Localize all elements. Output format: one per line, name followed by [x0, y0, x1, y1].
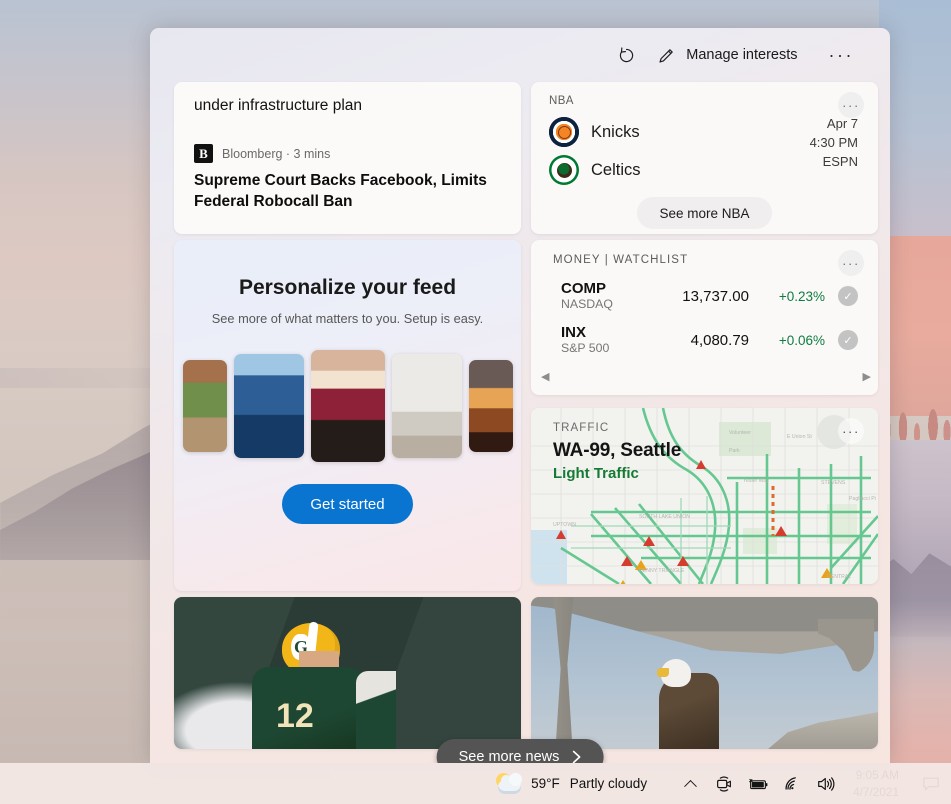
news-and-interests-panel: Manage interests ··· under infrastructur… — [150, 28, 890, 763]
traffic-info: TRAFFIC WA-99, Seattle Light Traffic — [531, 408, 878, 482]
price-value: 13,737.00 — [682, 287, 749, 305]
team-name: Knicks — [591, 122, 640, 141]
svg-text:Pagliacci Pi: Pagliacci Pi — [849, 496, 876, 502]
news-article-card[interactable]: under infrastructure plan B Bloomberg · … — [174, 82, 521, 234]
refresh-button[interactable] — [605, 37, 648, 73]
chevron-up-icon[interactable] — [673, 763, 707, 804]
panel-more-options-button[interactable]: ··· — [817, 37, 866, 73]
svg-text:SOUTH LAKE UNION: SOUTH LAKE UNION — [639, 514, 690, 520]
game-channel: ESPN — [822, 153, 858, 169]
svg-text:CENTRAL: CENTRAL — [827, 574, 851, 580]
change-percent: +0.06% — [778, 332, 825, 348]
watchlist-rows: ◀ ▶ COMP NASDAQ 13,737.00 +0.23% ✓ INX S… — [531, 274, 878, 383]
packers-quarterback-photo[interactable] — [174, 597, 521, 749]
check-circle-icon[interactable]: ✓ — [838, 286, 858, 306]
exchange-name: S&P 500 — [561, 340, 610, 355]
ellipsis-icon: ··· — [828, 45, 854, 65]
watchlist-prev-arrow[interactable]: ◀ — [541, 370, 549, 383]
money-watchlist-card: MONEY | WATCHLIST ··· ◀ ▶ COMP NASDAQ 13… — [531, 240, 878, 395]
interest-thumbnails — [174, 350, 521, 462]
eagle-beak — [657, 668, 669, 677]
game-info: Apr 7 4:30 PM ESPN — [810, 115, 858, 172]
pencil-icon — [657, 46, 676, 65]
weather-temperature: 59°F — [531, 776, 560, 791]
cloud-icon — [498, 772, 523, 794]
panel-header: Manage interests ··· — [150, 28, 890, 82]
watchlist-next-arrow[interactable]: ▶ — [863, 370, 871, 383]
celtics-logo-icon — [549, 155, 579, 185]
watchlist-row[interactable]: COMP NASDAQ 13,737.00 +0.23% ✓ — [531, 274, 878, 318]
bald-eagle-photo[interactable] — [531, 597, 878, 749]
article-source-row: B Bloomberg · 3 mins — [194, 144, 501, 164]
nba-sports-card: NBA ··· Knicks Celtics Apr 7 4:30 PM ESP… — [531, 82, 878, 234]
volume-icon[interactable] — [809, 763, 843, 804]
watchlist-symbol: INX S&P 500 — [561, 324, 665, 357]
tree-branch-left — [553, 597, 574, 747]
previous-article-title: under infrastructure plan — [194, 97, 363, 114]
traffic-label: TRAFFIC — [553, 422, 610, 434]
check-circle-icon[interactable]: ✓ — [838, 330, 858, 350]
watchlist-row[interactable]: INX S&P 500 4,080.79 +0.06% ✓ — [531, 318, 878, 362]
meet-now-icon[interactable] — [707, 763, 741, 804]
watchlist-more-button[interactable]: ··· — [838, 250, 864, 276]
battery-icon[interactable] — [741, 763, 775, 804]
tree-branch-hook — [818, 619, 874, 675]
watchlist-label: MONEY | WATCHLIST — [553, 254, 689, 266]
player-sleeve — [356, 671, 396, 749]
taskbar-weather-widget[interactable]: 59°F Partly cloudy — [479, 763, 661, 804]
ticker-symbol: INX — [561, 323, 587, 341]
dessert-photo[interactable] — [310, 350, 385, 462]
see-more-nba-button[interactable]: See more NBA — [637, 197, 772, 229]
manage-interests-button[interactable]: Manage interests — [648, 37, 806, 73]
traffic-card[interactable]: UPTOWN SOUTH LAKE UNION DENNY TRIANGLE S… — [531, 408, 878, 584]
watchlist-symbol: COMP NASDAQ — [561, 280, 665, 313]
nba-matchup[interactable]: Knicks Celtics Apr 7 4:30 PM ESPN — [549, 113, 860, 189]
see-more-news-label: See more news — [458, 749, 560, 763]
taskbar: 59°F Partly cloudy — [0, 763, 951, 804]
personalize-feed-card: Personalize your feed See more of what m… — [174, 240, 521, 591]
traffic-road-name: WA-99, Seattle — [553, 440, 682, 461]
knicks-logo-icon — [549, 117, 579, 147]
game-date: Apr 7 — [826, 116, 858, 131]
svg-text:DENNY TRIANGLE: DENNY TRIANGLE — [639, 568, 685, 574]
feed-grid: under infrastructure plan B Bloomberg · … — [150, 82, 890, 749]
article-source-text: Bloomberg · 3 mins — [222, 146, 331, 161]
weather-condition: Partly cloudy — [569, 776, 648, 791]
manage-interests-label: Manage interests — [686, 47, 798, 63]
tree-branch-bottom — [768, 712, 878, 749]
team-name: Celtics — [591, 160, 641, 179]
chevron-right-icon — [571, 750, 581, 763]
traffic-status: Light Traffic — [553, 465, 639, 482]
chevron-up-glyph — [683, 779, 697, 793]
change-percent: +0.23% — [778, 288, 825, 304]
partly-cloudy-icon — [495, 772, 523, 795]
nba-card-label: NBA — [549, 95, 574, 107]
price-value: 4,080.79 — [690, 331, 749, 349]
wifi-icon[interactable] — [775, 763, 809, 804]
nba-cta-wrapper: See more NBA — [549, 197, 860, 229]
refresh-icon — [617, 46, 636, 65]
exchange-name: NASDAQ — [561, 296, 613, 311]
bloomberg-logo-icon: B — [194, 144, 213, 164]
game-time: 4:30 PM — [809, 134, 858, 150]
player-jersey — [252, 667, 372, 749]
article-headline[interactable]: Supreme Court Backs Facebook, Limits Fed… — [194, 171, 501, 212]
see-more-news-button[interactable]: See more news — [436, 739, 604, 763]
ticker-symbol: COMP — [561, 279, 606, 297]
svg-text:UPTOWN: UPTOWN — [553, 522, 576, 528]
